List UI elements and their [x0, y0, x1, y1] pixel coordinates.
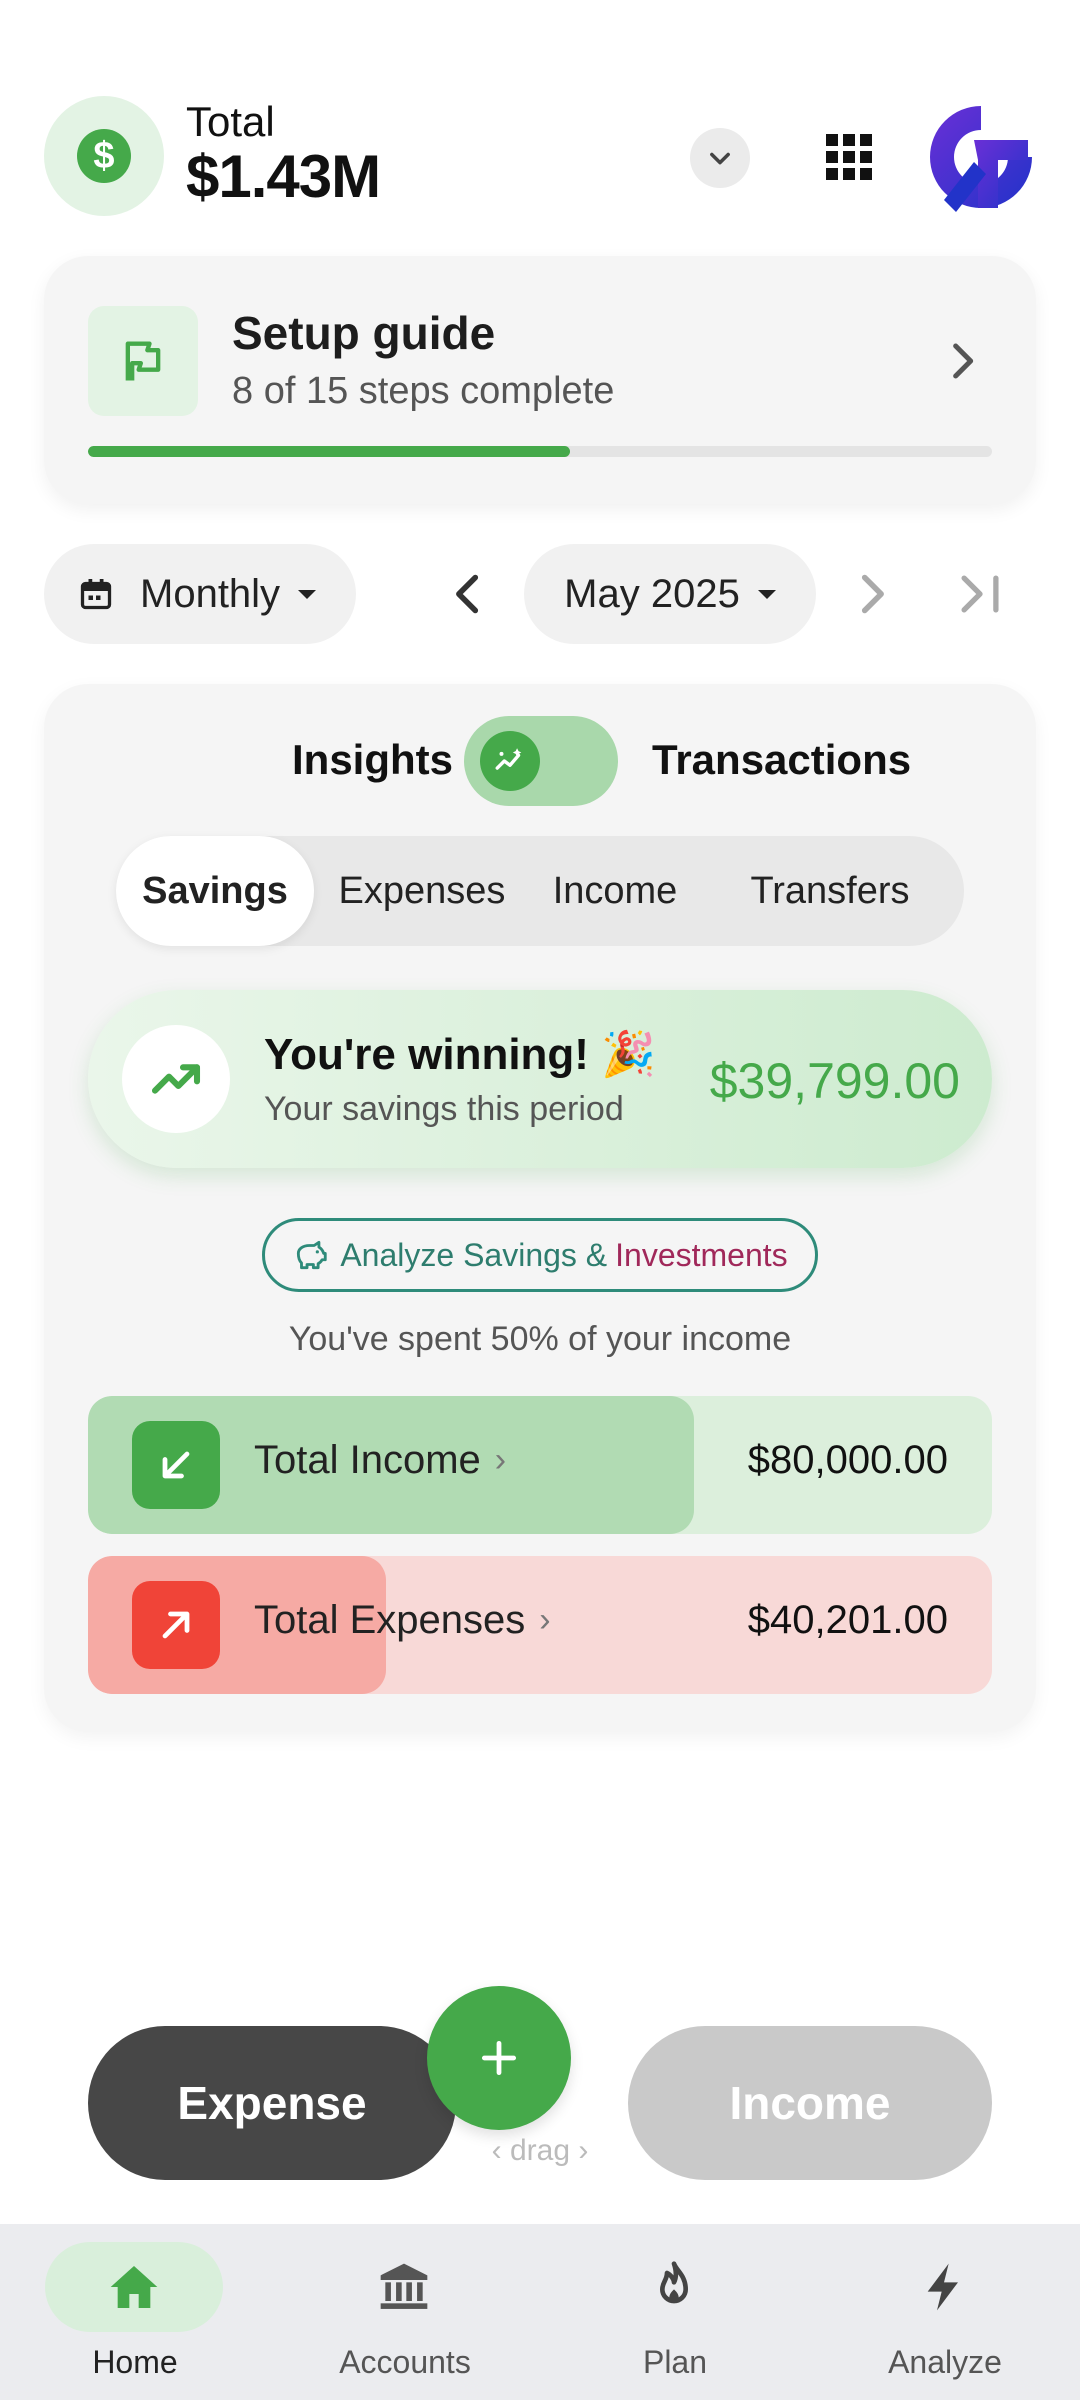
- income-label-text: Total Income: [254, 1438, 481, 1482]
- total-label: Total: [186, 98, 275, 145]
- nav-analyze-icon-bg: [855, 2242, 1033, 2332]
- apps-grid-icon: [826, 134, 872, 180]
- expense-amount: $40,201.00: [747, 1598, 948, 1642]
- insights-card: Insights Transactions Savings Expenses I…: [44, 684, 1036, 1732]
- plus-icon: [481, 2040, 517, 2076]
- savings-headline: You're winning! 🎉: [264, 1030, 656, 1079]
- sparkle-chart-icon: [495, 748, 522, 770]
- total-avatar: $: [44, 96, 164, 216]
- header: $ Total $1.43M: [44, 96, 1036, 220]
- next-period-button[interactable]: [850, 566, 894, 622]
- savings-subtitle: Your savings this period: [264, 1090, 624, 1128]
- total-value: $1.43M: [186, 143, 381, 210]
- spent-summary: You've spent 50% of your income: [288, 1320, 792, 1358]
- home-icon: [110, 2266, 158, 2308]
- drag-hint-text: drag: [509, 2134, 571, 2167]
- chevron-right-icon: ›: [494, 1441, 507, 1479]
- lightning-icon: [927, 2263, 958, 2311]
- dollar-icon: $: [77, 129, 131, 183]
- nav-home[interactable]: Home: [0, 2224, 270, 2400]
- nav-accounts[interactable]: Accounts: [270, 2224, 540, 2400]
- nav-accounts-label: Accounts: [339, 2344, 471, 2380]
- nav-home-label: Home: [92, 2344, 178, 2380]
- latest-period-button[interactable]: [950, 566, 1010, 622]
- add-transaction-button[interactable]: [427, 1986, 571, 2130]
- chevron-right-icon: ›: [539, 1601, 551, 1639]
- previous-period-button[interactable]: [446, 566, 490, 622]
- calendar-icon: [80, 579, 112, 610]
- transactions-label[interactable]: Transactions: [652, 736, 911, 784]
- total-expenses-row[interactable]: Total Expenses › $40,201.00: [88, 1556, 992, 1694]
- nav-analyze[interactable]: Analyze: [810, 2224, 1080, 2400]
- toggle-knob: [480, 731, 540, 791]
- nav-plan[interactable]: Plan: [540, 2224, 810, 2400]
- logo-icon: [930, 106, 1032, 212]
- frequency-dropdown[interactable]: Monthly: [44, 544, 356, 644]
- nav-plan-icon-bg: [585, 2242, 763, 2332]
- chevron-down-icon: [710, 152, 730, 165]
- arrow-up-right-icon: [162, 1611, 190, 1639]
- analyze-label-part1: Analyze Savings &: [340, 1236, 608, 1273]
- flag-icon: [125, 341, 161, 381]
- total-dropdown-button[interactable]: [690, 128, 750, 188]
- tab-savings[interactable]: Savings: [116, 836, 314, 946]
- flame-icon: [660, 2261, 688, 2304]
- bottom-navigation: Home Accounts Plan Analyze: [0, 2224, 1080, 2400]
- insights-label[interactable]: Insights: [292, 736, 453, 784]
- nav-accounts-icon-bg: [315, 2242, 493, 2332]
- analyze-savings-button[interactable]: Analyze Savings & Investments: [262, 1218, 818, 1292]
- analyze-label-part2: Investments: [615, 1236, 788, 1273]
- expense-icon-tile: [132, 1581, 220, 1669]
- expense-label: Total Expenses ›: [254, 1598, 551, 1643]
- setup-guide-title: Setup guide: [232, 307, 496, 359]
- drag-hint: ‹ drag ›: [491, 2134, 589, 2167]
- expense-button-label: Expense: [177, 2077, 367, 2129]
- total-income-row[interactable]: Total Income › $80,000.00: [88, 1396, 992, 1534]
- apps-grid-button[interactable]: [824, 132, 874, 182]
- bank-icon: [380, 2263, 428, 2309]
- tab-income[interactable]: Income: [540, 836, 690, 946]
- expense-label-text: Total Expenses: [254, 1598, 526, 1642]
- piggy-bank-icon: [297, 1240, 328, 1270]
- income-amount: $80,000.00: [747, 1438, 948, 1482]
- savings-amount: $39,799.00: [709, 1053, 960, 1109]
- setup-progress-bar: [88, 446, 992, 457]
- caret-down-icon: [298, 589, 317, 599]
- setup-flag-tile: [88, 306, 198, 416]
- trend-icon-wrap: [122, 1025, 230, 1133]
- arrow-down-left-icon: [162, 1451, 190, 1479]
- tab-expenses[interactable]: Expenses: [332, 836, 512, 946]
- frequency-label: Monthly: [140, 571, 281, 616]
- category-tabs: Savings Expenses Income Transfers: [116, 836, 964, 946]
- caret-down-icon: [757, 589, 776, 599]
- nav-plan-label: Plan: [642, 2344, 708, 2380]
- add-income-button[interactable]: Income: [628, 2026, 992, 2180]
- nav-home-icon-bg: [45, 2242, 223, 2332]
- nav-analyze-label: Analyze: [888, 2344, 1002, 2380]
- income-label: Total Income ›: [254, 1438, 506, 1483]
- month-dropdown[interactable]: May 2025: [524, 544, 816, 644]
- chevron-right-icon: [953, 343, 974, 379]
- add-expense-button[interactable]: Expense: [88, 2026, 456, 2180]
- view-toggle[interactable]: [464, 716, 618, 806]
- savings-summary-banner: You're winning! 🎉 Your savings this peri…: [88, 990, 992, 1168]
- tab-transfers[interactable]: Transfers: [730, 836, 930, 946]
- setup-guide-card[interactable]: Setup guide 8 of 15 steps complete: [44, 256, 1036, 504]
- month-label: May 2025: [564, 571, 740, 616]
- brand-logo[interactable]: [924, 100, 1038, 214]
- trending-up-icon: [151, 1064, 201, 1094]
- setup-progress-fill: [88, 446, 571, 457]
- setup-guide-subtitle: 8 of 15 steps complete: [232, 370, 615, 412]
- income-button-label: Income: [729, 2077, 891, 2129]
- income-icon-tile: [132, 1421, 220, 1509]
